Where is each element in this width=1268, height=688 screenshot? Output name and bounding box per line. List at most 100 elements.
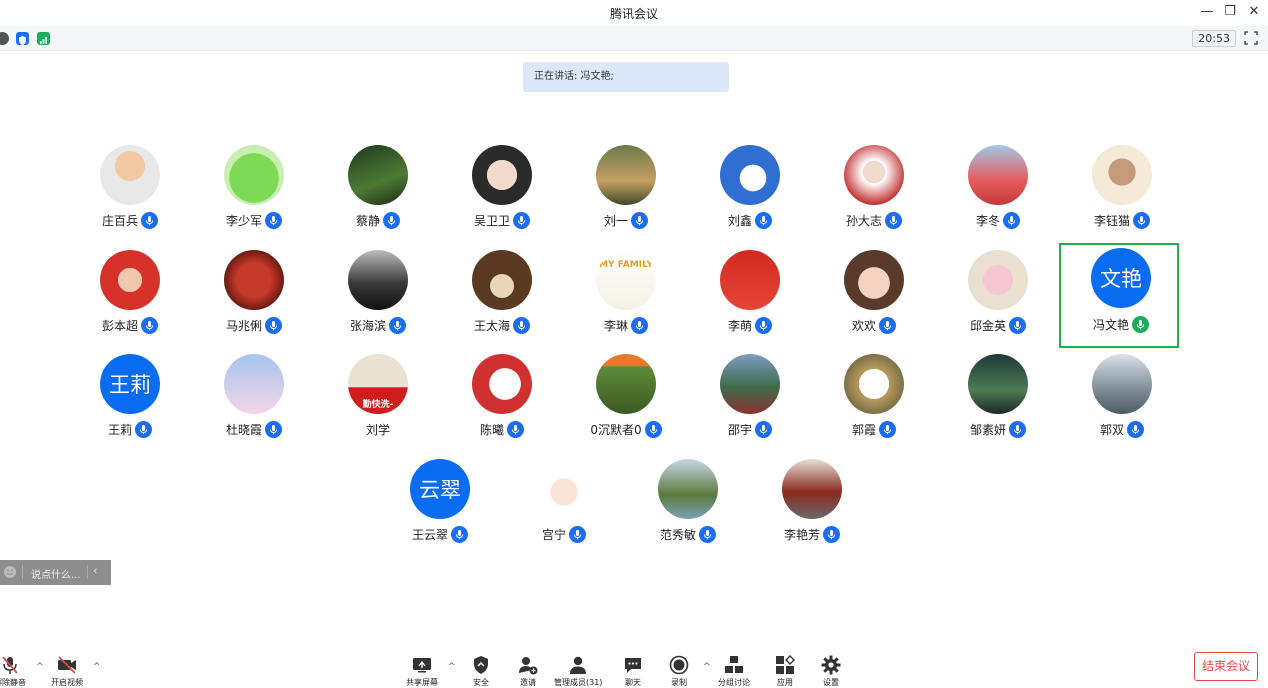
apps-button[interactable]: 应用 xyxy=(774,654,796,688)
participant-avatar: 文艳 xyxy=(1091,248,1151,308)
participant-tile[interactable]: 刘一 xyxy=(566,145,686,245)
participant-name: 王太海 xyxy=(473,318,510,333)
participant-tile[interactable]: 文艳 冯文艳 xyxy=(1059,243,1179,348)
participant-tile[interactable]: 云翠 王云翠 xyxy=(380,459,500,559)
participant-name: 邹素妍 xyxy=(969,422,1006,437)
participant-name-line: 郭霞 xyxy=(814,420,934,438)
participant-tile[interactable]: 邱金英 xyxy=(938,250,1058,350)
participant-tile[interactable]: 宫宁 xyxy=(504,459,624,559)
end-meeting-button[interactable]: 结束会议 xyxy=(1194,652,1258,681)
unmute-button[interactable]: 解除静音 xyxy=(0,654,26,688)
participant-avatar xyxy=(844,250,904,310)
participant-avatar xyxy=(1092,145,1152,205)
chat-quick-input[interactable]: 说点什么... ‹ xyxy=(0,560,111,585)
participant-avatar: MY FAMILY xyxy=(596,250,656,310)
record-button[interactable]: 录制 xyxy=(668,654,690,688)
participant-tile[interactable]: 王莉 王莉 xyxy=(70,354,190,454)
participant-tile[interactable]: 勤快洗- 刘学 xyxy=(318,354,438,454)
participant-avatar xyxy=(596,145,656,205)
chat-placeholder: 说点什么... xyxy=(31,570,81,581)
shield-icon[interactable] xyxy=(16,32,29,45)
participant-tile[interactable]: 李艳芳 xyxy=(752,459,872,559)
close-icon[interactable]: ✕ xyxy=(1246,4,1262,19)
microphone-icon xyxy=(879,316,896,334)
collapse-chevron-icon[interactable]: ‹ xyxy=(93,564,97,577)
signal-icon[interactable] xyxy=(37,32,50,45)
meeting-toolbar: 解除静音 ^ 开启视频 ^ 共享屏幕 ^ 安全 邀请 管理成员(31) xyxy=(0,640,1268,687)
restore-icon[interactable]: ❐ xyxy=(1222,4,1238,19)
video-options-chevron-icon[interactable]: ^ xyxy=(93,662,101,672)
mute-options-chevron-icon[interactable]: ^ xyxy=(36,662,44,672)
participant-tile[interactable]: 庄百兵 xyxy=(70,145,190,245)
participant-tile[interactable]: 李萌 xyxy=(690,250,810,350)
breakout-icon xyxy=(725,656,743,673)
participant-avatar xyxy=(596,354,656,414)
participant-tile[interactable]: 李冬 xyxy=(938,145,1058,245)
participant-name-line: 李冬 xyxy=(938,211,1058,229)
participant-name: 郭霞 xyxy=(851,422,876,437)
participant-tile[interactable]: MY FAMILY 李琳 xyxy=(566,250,686,350)
participant-tile[interactable]: 刘鑫 xyxy=(690,145,810,245)
participant-tile[interactable]: 郭霞 xyxy=(814,354,934,454)
manage-members-button[interactable]: 管理成员(31) xyxy=(554,654,602,688)
microphone-icon xyxy=(265,316,282,334)
info-icon[interactable] xyxy=(0,32,9,45)
participant-tile[interactable]: 张海滨 xyxy=(318,250,438,350)
participant-tile[interactable]: 彭本超 xyxy=(70,250,190,350)
participant-name: 李少军 xyxy=(225,213,262,228)
participant-avatar xyxy=(720,354,780,414)
participant-name-line: 刘一 xyxy=(566,211,686,229)
participant-tile[interactable]: 范秀敏 xyxy=(628,459,748,559)
apps-grid-icon xyxy=(776,655,795,674)
participant-tile[interactable]: 郭双 xyxy=(1062,354,1182,454)
microphone-icon xyxy=(1003,211,1020,229)
breakout-rooms-button[interactable]: 分组讨论 xyxy=(718,654,750,688)
participant-tile[interactable]: 吴卫卫 xyxy=(442,145,562,245)
record-options-chevron-icon[interactable]: ^ xyxy=(703,662,711,672)
participant-tile[interactable]: 邵宇 xyxy=(690,354,810,454)
settings-button[interactable]: 设置 xyxy=(820,654,842,688)
participant-tile[interactable]: 陈曦 xyxy=(442,354,562,454)
participant-name-line: 郭双 xyxy=(1062,420,1182,438)
participant-name: 冯文艳 xyxy=(1092,317,1129,332)
minimize-icon[interactable]: — xyxy=(1199,4,1215,19)
participant-tile[interactable]: 孙大志 xyxy=(814,145,934,245)
participant-name: 李冬 xyxy=(975,213,1000,228)
share-options-chevron-icon[interactable]: ^ xyxy=(448,662,456,672)
participant-tile[interactable]: 马兆俐 xyxy=(194,250,314,350)
participant-tile[interactable]: 蔡静 xyxy=(318,145,438,245)
participant-name-line: 王太海 xyxy=(442,316,562,334)
participant-name: 王莉 xyxy=(107,422,132,437)
participant-name-line: 刘鑫 xyxy=(690,211,810,229)
participant-name-line: 李萌 xyxy=(690,316,810,334)
participant-avatar xyxy=(472,354,532,414)
participant-name: 陈曦 xyxy=(479,422,504,437)
participant-name-line: 庄百兵 xyxy=(70,211,190,229)
share-screen-icon xyxy=(413,658,431,673)
chat-button[interactable]: 聊天 xyxy=(622,654,644,688)
record-icon xyxy=(669,655,689,675)
participant-tile[interactable]: 0沉默者0 xyxy=(566,354,686,454)
participant-tile[interactable]: 李钰猫 xyxy=(1062,145,1182,245)
microphone-icon xyxy=(141,316,158,334)
participant-tile[interactable]: 王太海 xyxy=(442,250,562,350)
invite-button[interactable]: 邀请 xyxy=(517,654,539,688)
microphone-icon xyxy=(631,211,648,229)
participant-name-line: 陈曦 xyxy=(442,420,562,438)
security-button[interactable]: 安全 xyxy=(470,654,492,688)
share-screen-button[interactable]: 共享屏幕 xyxy=(406,654,438,688)
start-video-button[interactable]: 开启视频 xyxy=(51,654,83,688)
microphone-icon xyxy=(823,525,840,543)
participant-name: 李艳芳 xyxy=(783,527,820,542)
microphone-icon xyxy=(631,316,648,334)
participant-tile[interactable]: 邹素妍 xyxy=(938,354,1058,454)
participant-name: 邵宇 xyxy=(727,422,752,437)
fullscreen-icon[interactable] xyxy=(1244,31,1258,45)
participant-tile[interactable]: 杜晓霞 xyxy=(194,354,314,454)
microphone-icon xyxy=(644,420,662,438)
participant-tile[interactable]: 李少军 xyxy=(194,145,314,245)
participant-tile[interactable]: 欢欢 xyxy=(814,250,934,350)
participant-name-line: 宫宁 xyxy=(504,525,624,543)
emoji-icon[interactable] xyxy=(3,565,17,579)
participant-avatar: 云翠 xyxy=(410,459,470,519)
